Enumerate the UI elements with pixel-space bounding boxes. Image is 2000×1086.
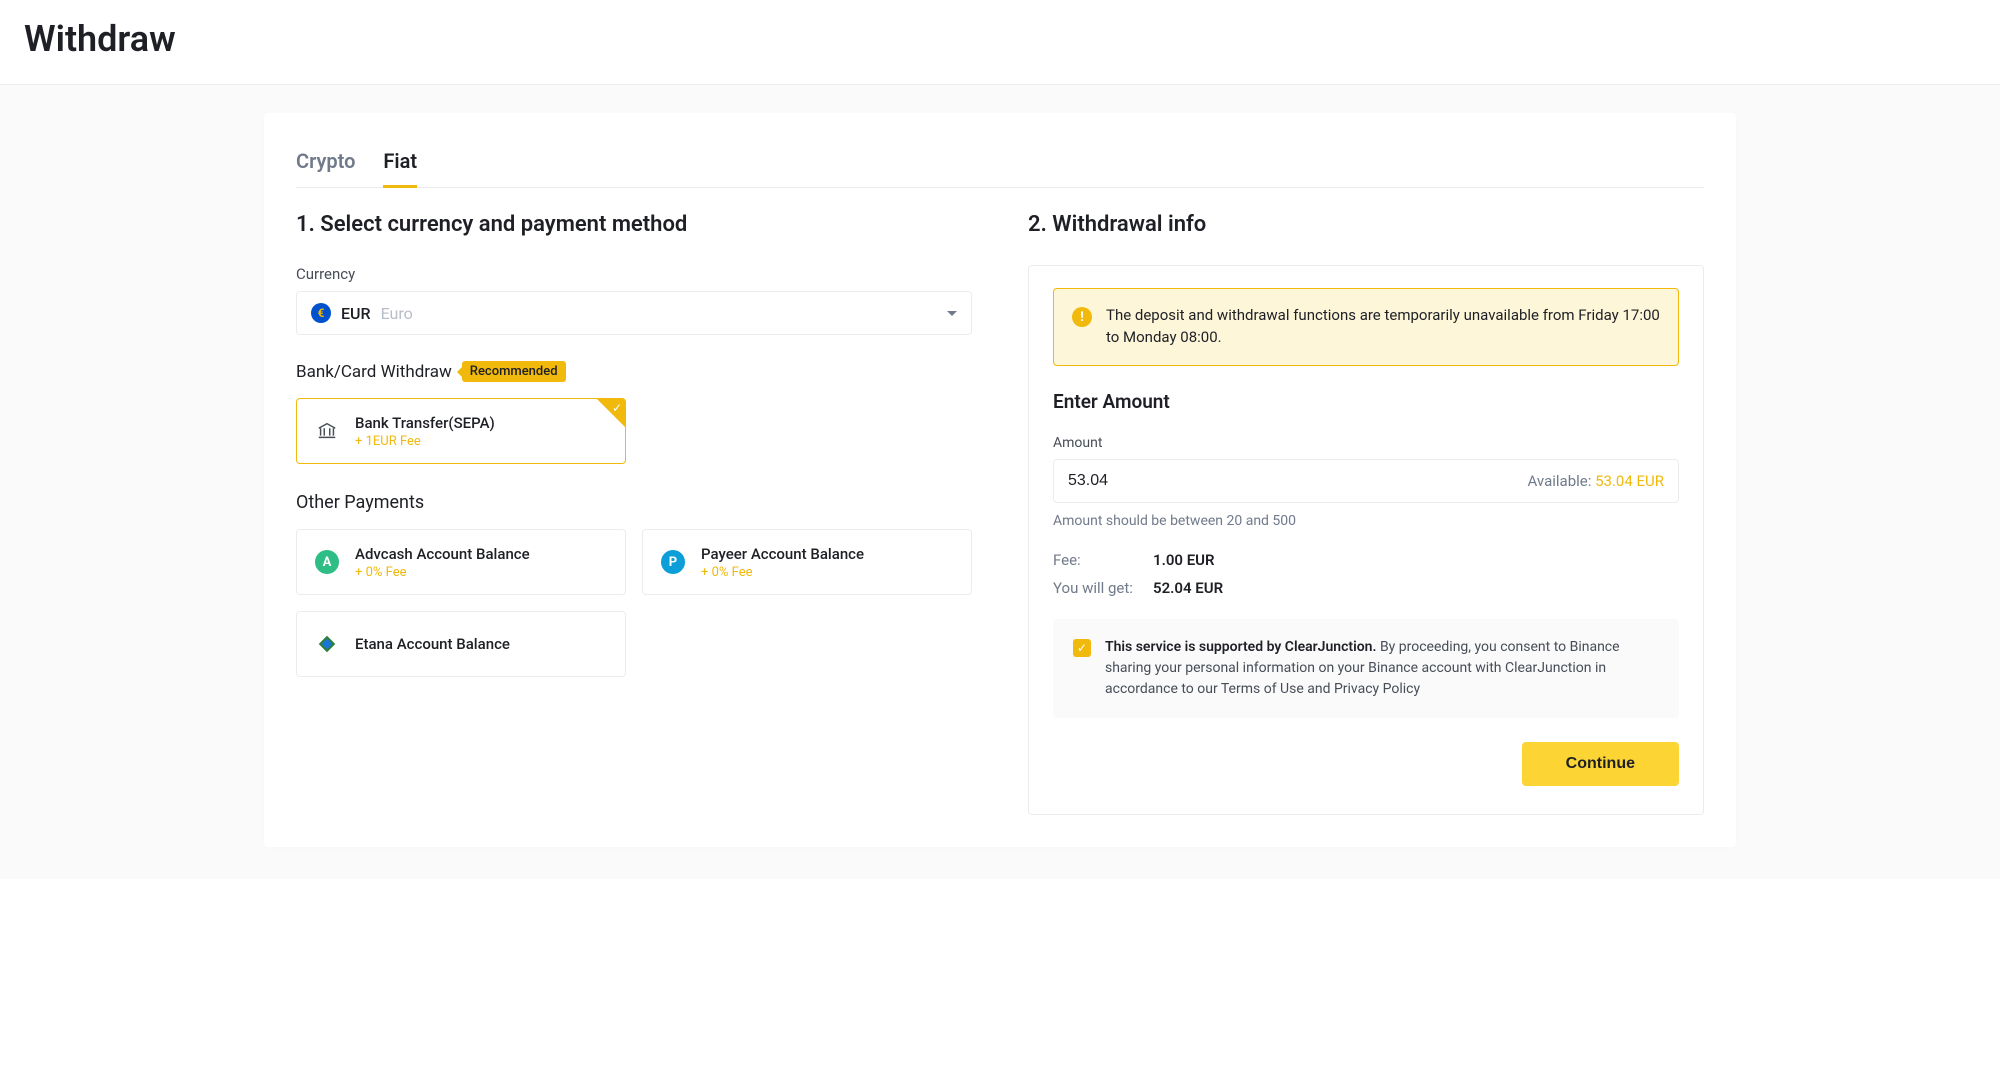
bank-card-header: Bank/Card Withdraw Recommended — [296, 361, 972, 382]
actions: Continue — [1053, 742, 1679, 786]
page-body: Crypto Fiat 1. Select currency and payme… — [0, 85, 2000, 879]
method-payeer[interactable]: P Payeer Account Balance + 0% Fee — [642, 529, 972, 595]
consent-box: ✓ This service is supported by ClearJunc… — [1053, 619, 1679, 718]
youwillget-label: You will get: — [1053, 579, 1141, 597]
currency-code: EUR — [341, 304, 371, 323]
tabs: Crypto Fiat — [296, 141, 1704, 188]
withdrawal-info-panel: ! The deposit and withdrawal functions a… — [1028, 265, 1704, 815]
advcash-icon: A — [315, 550, 339, 574]
other-payments-title: Other Payments — [296, 492, 972, 513]
currency-select[interactable]: € EUR Euro — [296, 291, 972, 335]
heading-step1: 1. Select currency and payment method — [296, 212, 972, 237]
fee-value: 1.00 EUR — [1153, 551, 1215, 569]
payeer-icon: P — [661, 550, 685, 574]
method-fee: + 0% Fee — [355, 565, 530, 580]
columns: 1. Select currency and payment method Cu… — [296, 212, 1704, 815]
warning-icon: ! — [1072, 307, 1092, 327]
method-fee: + 0% Fee — [701, 565, 864, 580]
alert-text: The deposit and withdrawal functions are… — [1106, 305, 1660, 349]
method-bank-transfer-sepa[interactable]: ✓ Bank Transfer(SEPA) + 1EUR Fee — [296, 398, 626, 464]
heading-step2: 2. Withdrawal info — [1028, 212, 1704, 237]
consent-text: This service is supported by ClearJuncti… — [1105, 637, 1659, 700]
withdraw-card: Crypto Fiat 1. Select currency and payme… — [264, 113, 1736, 847]
method-advcash[interactable]: A Advcash Account Balance + 0% Fee — [296, 529, 626, 595]
bank-card-title: Bank/Card Withdraw — [296, 362, 452, 382]
amount-field-wrap: Available: 53.04 EUR — [1053, 459, 1679, 503]
method-etana[interactable]: Etana Account Balance — [296, 611, 626, 677]
method-title: Payeer Account Balance — [701, 545, 864, 563]
tab-crypto[interactable]: Crypto — [296, 141, 355, 187]
available-value: 53.04 EUR — [1595, 472, 1664, 490]
column-withdrawal-info: 2. Withdrawal info ! The deposit and wit… — [1028, 212, 1704, 815]
consent-bold: This service is supported by ClearJuncti… — [1105, 639, 1376, 655]
fee-summary: Fee: 1.00 EUR You will get: 52.04 EUR — [1053, 551, 1679, 597]
available-label: Available: — [1528, 472, 1596, 490]
page-header: Withdraw — [0, 0, 2000, 85]
method-title: Advcash Account Balance — [355, 545, 530, 563]
bank-methods: ✓ Bank Transfer(SEPA) + 1EUR Fee — [296, 398, 626, 464]
amount-label: Amount — [1053, 435, 1679, 451]
amount-input[interactable] — [1068, 472, 1528, 490]
fee-label: Fee: — [1053, 551, 1141, 569]
continue-button[interactable]: Continue — [1522, 742, 1679, 786]
check-icon: ✓ — [612, 401, 622, 415]
page-title: Withdraw — [24, 18, 1976, 60]
method-title: Bank Transfer(SEPA) — [355, 414, 495, 432]
amount-hint: Amount should be between 20 and 500 — [1053, 513, 1679, 529]
method-title: Etana Account Balance — [355, 635, 510, 653]
consent-checkbox[interactable]: ✓ — [1073, 639, 1091, 657]
currency-name: Euro — [381, 304, 413, 323]
euro-icon: € — [311, 303, 331, 323]
currency-label: Currency — [296, 265, 972, 283]
available-wrap: Available: 53.04 EUR — [1528, 472, 1664, 490]
youwillget-value: 52.04 EUR — [1153, 579, 1223, 597]
column-currency-method: 1. Select currency and payment method Cu… — [296, 212, 972, 815]
etana-icon — [313, 630, 341, 658]
other-methods: A Advcash Account Balance + 0% Fee P Pay… — [296, 529, 972, 677]
bank-icon — [313, 417, 341, 445]
chevron-down-icon — [947, 311, 957, 316]
maintenance-alert: ! The deposit and withdrawal functions a… — [1053, 288, 1679, 366]
recommended-badge: Recommended — [462, 361, 566, 382]
tab-fiat[interactable]: Fiat — [383, 141, 417, 187]
enter-amount-heading: Enter Amount — [1053, 390, 1679, 413]
method-fee: + 1EUR Fee — [355, 434, 495, 449]
